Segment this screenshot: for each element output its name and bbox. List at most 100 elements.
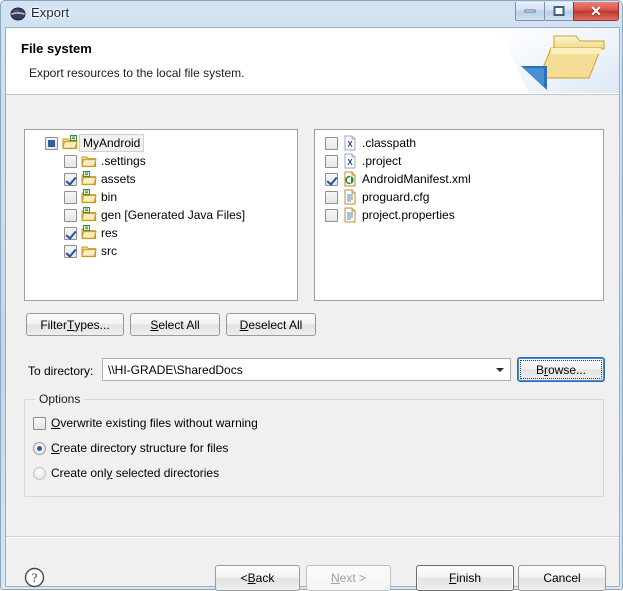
file-row-proguard[interactable]: proguard.cfg	[325, 188, 603, 206]
tree-row-bin[interactable]: bin	[64, 188, 297, 206]
file-row-androidmanifest[interactable]: AndroidManifest.xml	[325, 170, 603, 188]
tree-row-myandroid[interactable]: MyAndroid	[45, 134, 297, 152]
export-dialog-window: Export ✕ File system Export resources to…	[0, 0, 623, 591]
checkbox-gen[interactable]	[64, 208, 77, 222]
file-row-project[interactable]: X .project	[325, 152, 603, 170]
radio-create-directory-structure[interactable]	[33, 441, 46, 455]
close-button[interactable]: ✕	[573, 2, 619, 21]
filter-types-label-post: ypes...	[74, 317, 110, 332]
window-controls: ✕	[515, 2, 619, 21]
folder-icon	[81, 153, 97, 169]
option-create-only-selected[interactable]: Create only selected directories	[33, 466, 219, 480]
checkbox-project[interactable]	[325, 154, 338, 168]
option-create-only-selected-label: Create only selected directories	[51, 466, 219, 480]
tree-row-settings[interactable]: .settings	[64, 152, 297, 170]
xml-file-icon: X	[342, 153, 358, 169]
tree-item-label: .settings	[101, 154, 146, 168]
source-folder-icon	[81, 207, 97, 223]
select-all-accel: S	[150, 317, 159, 332]
close-icon: ✕	[590, 3, 602, 19]
page-subtitle: Export resources to the local file syste…	[29, 66, 245, 80]
tree-item-label: res	[101, 226, 118, 240]
tree-item-label: src	[101, 244, 117, 258]
checkbox-bin[interactable]	[64, 190, 77, 204]
tree-row-assets[interactable]: assets	[64, 170, 297, 188]
titlebar[interactable]: Export ✕	[1, 1, 622, 27]
tree-row-src[interactable]: src	[64, 242, 297, 260]
project-folder-icon	[62, 135, 78, 151]
file-item-label: AndroidManifest.xml	[362, 172, 471, 186]
option-overwrite-label: Overwrite existing files without warning	[51, 416, 258, 430]
next-accel: N	[330, 571, 340, 585]
cancel-label: Cancel	[543, 571, 581, 585]
chevron-down-icon[interactable]	[496, 368, 504, 372]
option-create-directory-structure[interactable]: Create directory structure for files	[33, 441, 228, 455]
next-label-post: ext >	[339, 571, 367, 585]
checkbox-projectproperties[interactable]	[325, 208, 338, 222]
checkbox-myandroid[interactable]	[45, 136, 58, 150]
option-overwrite-existing[interactable]: Overwrite existing files without warning	[33, 416, 258, 430]
file-list-panel[interactable]: X .classpath X .project AndroidManifest.…	[314, 129, 604, 301]
wizard-banner: File system Export resources to the loca…	[6, 28, 619, 95]
svg-text:?: ?	[32, 570, 38, 585]
back-button[interactable]: < Back	[215, 565, 300, 591]
to-directory-label: To directory:	[28, 364, 94, 378]
resource-tree-panel[interactable]: MyAndroid .settings assets bin gen [Gene…	[24, 129, 298, 301]
file-list: X .classpath X .project AndroidManifest.…	[315, 130, 603, 224]
help-icon[interactable]: ?	[24, 567, 45, 588]
back-accel: B	[247, 571, 256, 585]
checkbox-androidmanifest[interactable]	[325, 172, 338, 186]
tree-item-label: assets	[101, 172, 136, 186]
select-all-button[interactable]: Select All	[130, 313, 220, 336]
svg-text:X: X	[347, 158, 353, 167]
maximize-button[interactable]	[544, 2, 573, 21]
svg-text:X: X	[347, 140, 353, 149]
radio-create-only-selected[interactable]	[33, 466, 46, 480]
options-group-title: Options	[35, 392, 85, 406]
finish-label-post: inish	[456, 571, 482, 585]
dialog-client-area: File system Export resources to the loca…	[5, 27, 620, 591]
eclipse-icon	[10, 6, 26, 22]
opt3-pre: Create onl	[51, 466, 107, 480]
page-title: File system	[21, 41, 92, 56]
source-folder-icon	[81, 225, 97, 241]
file-row-classpath[interactable]: X .classpath	[325, 134, 603, 152]
maximize-icon	[553, 6, 565, 16]
file-item-label: .project	[362, 154, 402, 168]
tree-row-res[interactable]: res	[64, 224, 297, 242]
dialog-body: MyAndroid .settings assets bin gen [Gene…	[6, 95, 619, 591]
file-item-label: project.properties	[362, 208, 455, 222]
cancel-button[interactable]: Cancel	[518, 565, 606, 591]
filter-types-accel: T	[66, 317, 75, 332]
checkbox-overwrite-existing[interactable]	[33, 416, 46, 430]
android-manifest-icon	[342, 171, 358, 187]
minimize-button[interactable]	[515, 2, 544, 21]
to-directory-value[interactable]: \\HI-GRADE\SharedDocs	[103, 363, 243, 377]
opt1-post: verwrite existing files without warning	[60, 416, 258, 430]
checkbox-classpath[interactable]	[325, 136, 338, 150]
filter-types-label-pre: Filter	[40, 317, 67, 332]
file-row-projectproperties[interactable]: project.properties	[325, 206, 603, 224]
filter-types-button[interactable]: Filter Types...	[26, 313, 124, 336]
checkbox-assets[interactable]	[64, 172, 77, 186]
to-directory-combo[interactable]: \\HI-GRADE\SharedDocs	[102, 358, 511, 381]
file-item-label: proguard.cfg	[362, 190, 430, 204]
checkbox-settings[interactable]	[64, 154, 77, 168]
tree-item-label: bin	[101, 190, 118, 204]
browse-button[interactable]: Br owse...	[517, 357, 605, 382]
source-folder-icon	[81, 171, 97, 187]
checkbox-proguard[interactable]	[325, 190, 338, 204]
opt1-accel: O	[51, 416, 61, 430]
window-title: Export	[31, 5, 70, 20]
file-item-label: .classpath	[362, 136, 417, 150]
footer-separator	[6, 536, 619, 538]
next-button: Next >	[306, 565, 391, 591]
options-group: Options Overwrite existing files without…	[24, 392, 604, 497]
finish-button[interactable]: Finish	[416, 565, 514, 591]
checkbox-src[interactable]	[64, 244, 77, 258]
opt2-post: reate directory structure for files	[59, 441, 229, 455]
checkbox-res[interactable]	[64, 226, 77, 240]
tree-row-gen[interactable]: gen [Generated Java Files]	[64, 206, 297, 224]
deselect-all-button[interactable]: Deselect All	[226, 313, 316, 336]
folder-export-icon	[499, 28, 619, 93]
